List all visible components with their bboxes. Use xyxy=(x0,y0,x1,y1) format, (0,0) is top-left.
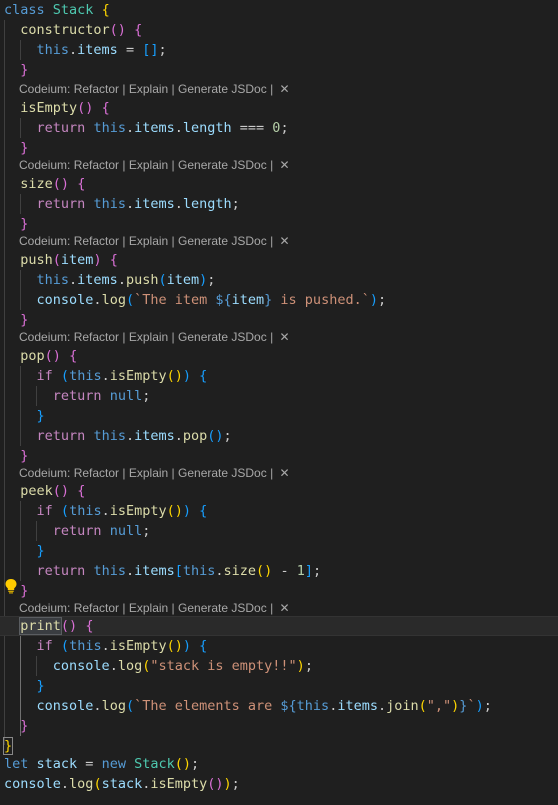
method-print-selected[interactable]: print xyxy=(19,617,62,635)
codelens-jsdoc-link[interactable]: Generate JSDoc xyxy=(178,234,267,248)
codelens-refactor-link[interactable]: Refactor xyxy=(74,82,119,96)
code-line[interactable]: } xyxy=(0,736,558,756)
codeium-codelens: Codeium: Refactor | Explain | Generate J… xyxy=(19,330,290,344)
codelens-explain-link[interactable]: Explain xyxy=(129,330,168,344)
close-icon[interactable]: ✕ xyxy=(280,601,290,615)
code-line[interactable]: } xyxy=(0,716,558,736)
class-name: Stack xyxy=(52,2,94,18)
code-line[interactable]: return null; xyxy=(0,521,558,541)
codeium-codelens: Codeium: Refactor | Explain | Generate J… xyxy=(19,234,290,248)
close-icon[interactable]: ✕ xyxy=(280,466,290,480)
code-line[interactable]: } xyxy=(0,406,558,426)
code-line[interactable]: return this.items.pop(); xyxy=(0,426,558,446)
codelens-jsdoc-link[interactable]: Generate JSDoc xyxy=(178,330,267,344)
code-line[interactable]: } xyxy=(0,541,558,561)
lightbulb-icon[interactable] xyxy=(4,578,18,594)
codelens-explain-link[interactable]: Explain xyxy=(129,234,168,248)
codelens-refactor-link[interactable]: Refactor xyxy=(74,330,119,344)
code-line[interactable]: } xyxy=(0,214,558,234)
codelens-refactor-link[interactable]: Refactor xyxy=(74,466,119,480)
close-icon[interactable]: ✕ xyxy=(280,234,290,248)
codelens-explain-link[interactable]: Explain xyxy=(129,82,168,96)
codeium-codelens: Codeium: Refactor | Explain | Generate J… xyxy=(19,466,290,480)
current-line[interactable]: print() { xyxy=(0,616,558,636)
method-constructor: constructor xyxy=(20,22,110,38)
codelens-refactor-link[interactable]: Refactor xyxy=(74,158,119,172)
codelens-refactor-link[interactable]: Refactor xyxy=(74,601,119,615)
code-line[interactable]: push(item) { xyxy=(0,250,558,270)
code-line[interactable]: return this.items[this.size() - 1]; xyxy=(0,561,558,581)
method-push: push xyxy=(20,252,53,268)
code-line[interactable]: let stack = new Stack(); xyxy=(0,754,558,774)
code-line[interactable]: } xyxy=(0,138,558,158)
code-line[interactable]: } xyxy=(0,60,558,80)
code-line[interactable]: } xyxy=(0,446,558,466)
code-line[interactable]: if (this.isEmpty()) { xyxy=(0,366,558,386)
method-size: size xyxy=(20,176,53,192)
close-icon[interactable]: ✕ xyxy=(280,330,290,344)
code-editor[interactable]: class Stack { constructor() { this.items… xyxy=(0,0,558,805)
code-line[interactable]: console.log("stack is empty!!"); xyxy=(0,656,558,676)
codeium-codelens: Codeium: Refactor | Explain | Generate J… xyxy=(19,601,290,615)
method-isEmpty: isEmpty xyxy=(20,100,78,116)
code-line[interactable]: constructor() { xyxy=(0,20,558,40)
code-line[interactable]: console.log(`The item ${item} is pushed.… xyxy=(0,290,558,310)
code-line[interactable]: } xyxy=(0,310,558,330)
method-pop: pop xyxy=(20,348,45,364)
codelens-jsdoc-link[interactable]: Generate JSDoc xyxy=(178,158,267,172)
codelens-jsdoc-link[interactable]: Generate JSDoc xyxy=(178,466,267,480)
code-line[interactable]: this.items = []; xyxy=(0,40,558,60)
codelens-jsdoc-link[interactable]: Generate JSDoc xyxy=(178,82,267,96)
close-icon[interactable]: ✕ xyxy=(280,158,290,172)
code-line[interactable]: return this.items.length; xyxy=(0,194,558,214)
close-icon[interactable]: ✕ xyxy=(280,82,290,96)
code-line[interactable]: console.log(`The elements are ${this.ite… xyxy=(0,696,558,716)
codelens-refactor-link[interactable]: Refactor xyxy=(74,234,119,248)
codelens-explain-link[interactable]: Explain xyxy=(129,466,168,480)
codelens-explain-link[interactable]: Explain xyxy=(129,158,168,172)
codeium-codelens: Codeium: Refactor | Explain | Generate J… xyxy=(19,82,290,96)
code-line[interactable]: peek() { xyxy=(0,481,558,501)
code-line[interactable]: pop() { xyxy=(0,346,558,366)
code-line[interactable]: if (this.isEmpty()) { xyxy=(0,501,558,521)
code-line[interactable]: } xyxy=(0,581,558,601)
code-line[interactable]: this.items.push(item); xyxy=(0,270,558,290)
code-line[interactable]: } xyxy=(0,676,558,696)
codeium-codelens: Codeium: Refactor | Explain | Generate J… xyxy=(19,158,290,172)
code-line[interactable]: size() { xyxy=(0,174,558,194)
code-line[interactable]: console.log(stack.isEmpty()); xyxy=(0,774,558,794)
code-line[interactable]: return this.items.length === 0; xyxy=(0,118,558,138)
code-line[interactable]: isEmpty() { xyxy=(0,98,558,118)
code-line[interactable]: return null; xyxy=(0,386,558,406)
code-line[interactable]: class Stack { xyxy=(0,0,558,20)
codelens-jsdoc-link[interactable]: Generate JSDoc xyxy=(178,601,267,615)
keyword-class: class xyxy=(4,2,45,18)
codelens-explain-link[interactable]: Explain xyxy=(129,601,168,615)
code-line[interactable]: if (this.isEmpty()) { xyxy=(0,636,558,656)
method-peek: peek xyxy=(20,483,53,499)
